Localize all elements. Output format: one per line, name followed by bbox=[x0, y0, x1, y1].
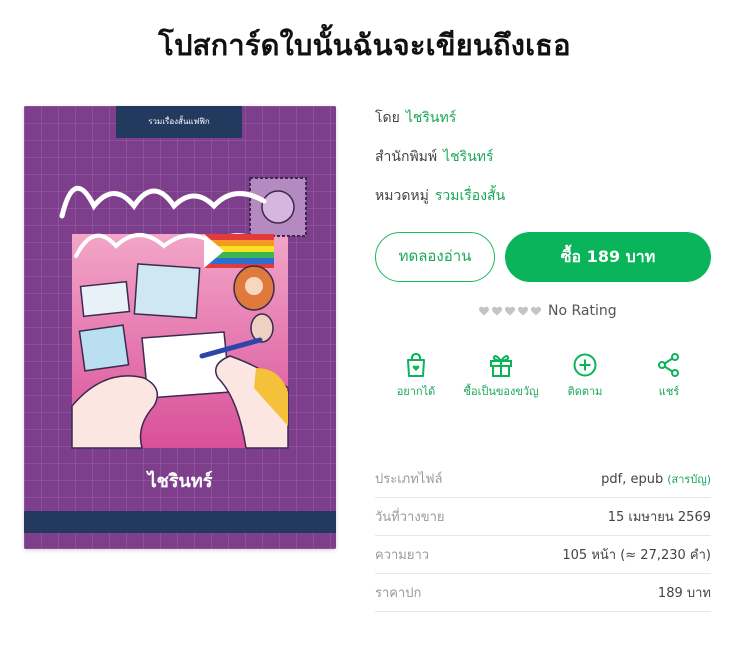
heart-icon bbox=[479, 306, 489, 316]
heart-icon bbox=[518, 306, 528, 316]
share-label: แชร์ bbox=[658, 385, 680, 398]
publisher-link[interactable]: ไชรินทร์ bbox=[443, 149, 493, 165]
share-button[interactable]: แชร์ bbox=[624, 352, 714, 400]
detail-key: ราคาปก bbox=[375, 586, 422, 601]
rating-text: No Rating bbox=[548, 303, 617, 319]
category-line: หมวดหมู่ รวมเรื่องสั้น bbox=[375, 185, 505, 207]
detail-row-length: ความยาว 105 หน้า (≈ 27,230 คำ) bbox=[375, 536, 711, 574]
gift-button[interactable]: ซื้อเป็นของขวัญ bbox=[456, 352, 546, 400]
wishlist-bag-icon bbox=[407, 352, 425, 377]
category-link[interactable]: รวมเรื่องสั้น bbox=[435, 188, 505, 204]
cover-author: ไชรินทร์ bbox=[147, 471, 213, 492]
detail-value: 105 หน้า (≈ 27,230 คำ) bbox=[562, 548, 711, 563]
author-line: โดย ไชรินทร์ bbox=[375, 107, 456, 129]
plus-circle-icon bbox=[573, 353, 597, 377]
action-bar: อยากได้ ซื้อเป็นของขวัญ ติดตาม แชร์ bbox=[375, 352, 711, 412]
book-cover[interactable]: รวมเรื่องสั้นแฟฟิก ไชรินทร์ bbox=[24, 106, 336, 549]
rating-hearts bbox=[478, 305, 542, 317]
gift-icon bbox=[490, 355, 512, 377]
cover-series-tag: รวมเรื่องสั้นแฟฟิก bbox=[116, 106, 242, 138]
share-icon bbox=[658, 353, 679, 377]
heart-icon bbox=[492, 306, 502, 316]
detail-key: ความยาว bbox=[375, 548, 430, 563]
heart-icon bbox=[505, 306, 515, 316]
detail-row-price: ราคาปก 189 บาท bbox=[375, 574, 711, 612]
page-title: โปสการ์ดใบนั้นฉันจะเขียนถึงเธอ bbox=[158, 28, 571, 62]
gift-label: ซื้อเป็นของขวัญ bbox=[463, 385, 539, 398]
detail-value: 15 เมษายน 2569 bbox=[607, 510, 711, 525]
follow-button[interactable]: ติดตาม bbox=[540, 352, 630, 400]
follow-label: ติดตาม bbox=[567, 385, 603, 398]
author-link[interactable]: ไชรินทร์ bbox=[406, 110, 456, 126]
detail-value: 189 บาท bbox=[657, 586, 711, 601]
rating: No Rating bbox=[478, 303, 617, 319]
cover-bottom-bar bbox=[24, 511, 336, 533]
filetype-value: pdf, epub bbox=[601, 471, 664, 487]
publisher-label: สำนักพิมพ์ bbox=[375, 149, 438, 165]
wishlist-label: อยากได้ bbox=[396, 385, 436, 398]
author-label: โดย bbox=[375, 110, 400, 126]
wishlist-button[interactable]: อยากได้ bbox=[371, 352, 461, 400]
detail-value: pdf, epub (สารบัญ) bbox=[601, 470, 711, 488]
detail-key: ประเภทไฟล์ bbox=[375, 472, 443, 487]
detail-key: วันที่วางขาย bbox=[375, 510, 445, 525]
category-label: หมวดหมู่ bbox=[375, 188, 429, 204]
buy-button[interactable]: ซื้อ 189 บาท bbox=[505, 232, 711, 282]
sample-read-button[interactable]: ทดลองอ่าน bbox=[375, 232, 495, 282]
heart-icon bbox=[531, 306, 541, 316]
detail-row-release-date: วันที่วางขาย 15 เมษายน 2569 bbox=[375, 498, 711, 536]
detail-row-filetype: ประเภทไฟล์ pdf, epub (สารบัญ) bbox=[375, 460, 711, 498]
book-details: ประเภทไฟล์ pdf, epub (สารบัญ) วันที่วางขา… bbox=[375, 460, 711, 612]
publisher-line: สำนักพิมพ์ ไชรินทร์ bbox=[375, 146, 494, 168]
toc-link[interactable]: (สารบัญ) bbox=[667, 473, 711, 486]
